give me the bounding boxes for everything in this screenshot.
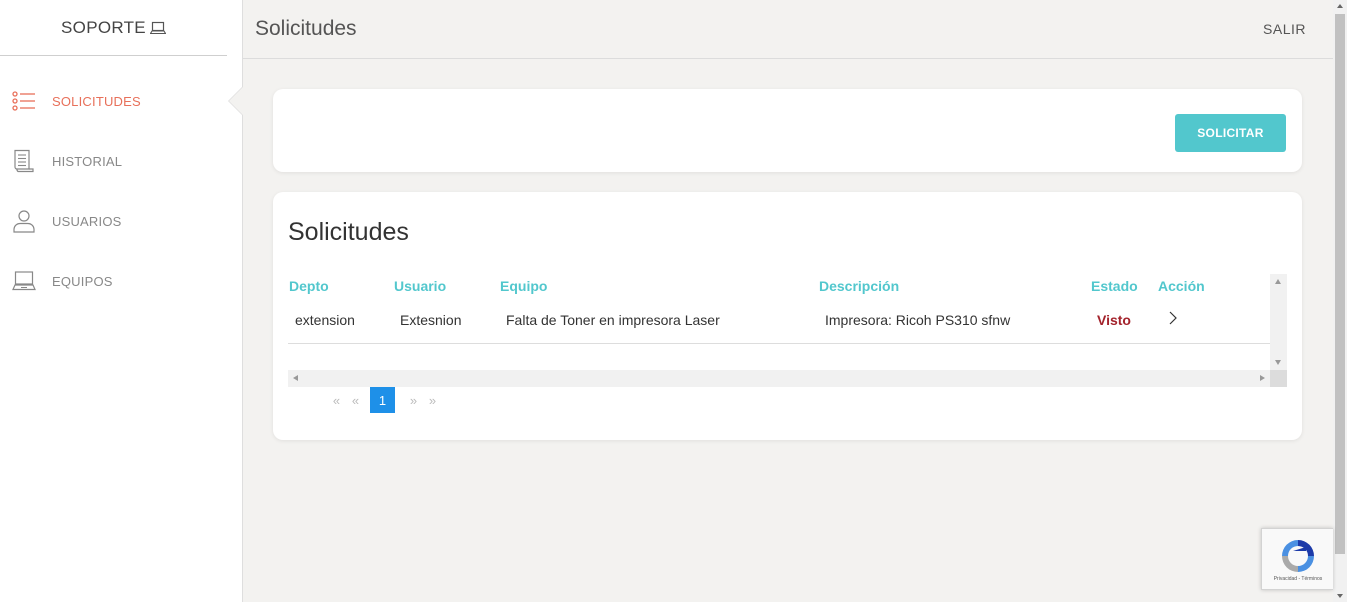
table-horizontal-scrollbar[interactable] bbox=[288, 370, 1270, 387]
laptop-icon bbox=[149, 21, 166, 35]
cell-equipo: Falta de Toner en impresora Laser bbox=[506, 312, 720, 328]
cell-descripcion: Impresora: Ricoh PS310 sfnw bbox=[825, 312, 1011, 328]
chevron-right-icon[interactable] bbox=[1165, 310, 1181, 326]
page-title: Solicitudes bbox=[255, 17, 357, 40]
brand[interactable]: SOPORTE bbox=[0, 0, 227, 56]
requests-table: Depto Usuario Equipo Descripción Estado … bbox=[288, 274, 1287, 387]
cell-usuario: Extesnion bbox=[400, 312, 462, 328]
row-divider bbox=[288, 343, 1270, 344]
sidebar-item-equipos[interactable]: EQUIPOS bbox=[0, 251, 242, 311]
pagination: « « 1 » » bbox=[327, 387, 442, 413]
column-header-descripcion[interactable]: Descripción bbox=[819, 278, 899, 294]
previous-page-button[interactable]: « bbox=[346, 393, 365, 408]
laptop-icon bbox=[12, 269, 36, 293]
sidebar-item-label: EQUIPOS bbox=[52, 273, 113, 289]
first-page-button[interactable]: « bbox=[327, 393, 346, 408]
column-header-accion[interactable]: Acción bbox=[1158, 278, 1205, 294]
scroll-up-arrow-icon[interactable] bbox=[1275, 279, 1281, 284]
list-icon bbox=[12, 89, 36, 113]
cell-depto: extension bbox=[295, 312, 355, 328]
user-icon bbox=[12, 209, 36, 233]
page-button-current[interactable]: 1 bbox=[370, 387, 395, 413]
sidebar-item-label: HISTORIAL bbox=[52, 153, 123, 169]
scrollbar-thumb[interactable] bbox=[1335, 14, 1345, 554]
active-indicator-fill bbox=[229, 87, 243, 115]
page-scrollbar[interactable] bbox=[1333, 0, 1347, 602]
recaptcha-icon bbox=[1279, 537, 1317, 580]
sidebar-item-label: SOLICITUDES bbox=[52, 93, 141, 109]
scrollbar-corner bbox=[1270, 370, 1287, 387]
sidebar-item-label: USUARIOS bbox=[52, 213, 122, 229]
next-page-button[interactable]: » bbox=[404, 393, 423, 408]
scroll-right-arrow-icon[interactable] bbox=[1260, 375, 1265, 381]
scroll-up-arrow-icon[interactable] bbox=[1336, 4, 1343, 8]
toolbar-card: SOLICITAR bbox=[273, 89, 1302, 172]
sidebar-item-solicitudes[interactable]: SOLICITUDES bbox=[0, 71, 243, 131]
sidebar-nav: SOLICITUDES HISTORIAL USUARIOS EQUIPOS bbox=[0, 71, 243, 311]
column-header-depto[interactable]: Depto bbox=[289, 278, 329, 294]
top-header: Solicitudes SALIR bbox=[243, 0, 1333, 59]
recaptcha-badge[interactable]: Privacidad - Términos bbox=[1261, 528, 1333, 590]
sidebar-item-historial[interactable]: HISTORIAL bbox=[0, 131, 242, 191]
column-header-estado[interactable]: Estado bbox=[1091, 278, 1138, 294]
sidebar-item-usuarios[interactable]: USUARIOS bbox=[0, 191, 242, 251]
last-page-button[interactable]: » bbox=[423, 393, 442, 408]
recaptcha-footer[interactable]: Privacidad - Términos bbox=[1262, 576, 1334, 582]
document-icon bbox=[12, 149, 36, 173]
section-title: Solicitudes bbox=[288, 218, 409, 246]
sidebar: SOPORTE SOLICITUDES HISTORIAL USUARIOS E… bbox=[0, 0, 243, 602]
requests-card: Solicitudes Depto Usuario Equipo Descrip… bbox=[273, 192, 1302, 440]
brand-label: SOPORTE bbox=[61, 17, 146, 37]
scroll-down-arrow-icon[interactable] bbox=[1336, 594, 1343, 598]
scroll-left-arrow-icon[interactable] bbox=[293, 375, 298, 381]
column-header-usuario[interactable]: Usuario bbox=[394, 278, 446, 294]
scroll-down-arrow-icon[interactable] bbox=[1275, 360, 1281, 365]
table-content: Depto Usuario Equipo Descripción Estado … bbox=[288, 274, 1270, 370]
table-vertical-scrollbar[interactable] bbox=[1270, 274, 1287, 370]
request-button[interactable]: SOLICITAR bbox=[1175, 114, 1286, 152]
column-header-equipo[interactable]: Equipo bbox=[500, 278, 547, 294]
status-badge: Visto bbox=[1097, 312, 1131, 328]
logout-link[interactable]: SALIR bbox=[1263, 21, 1306, 37]
